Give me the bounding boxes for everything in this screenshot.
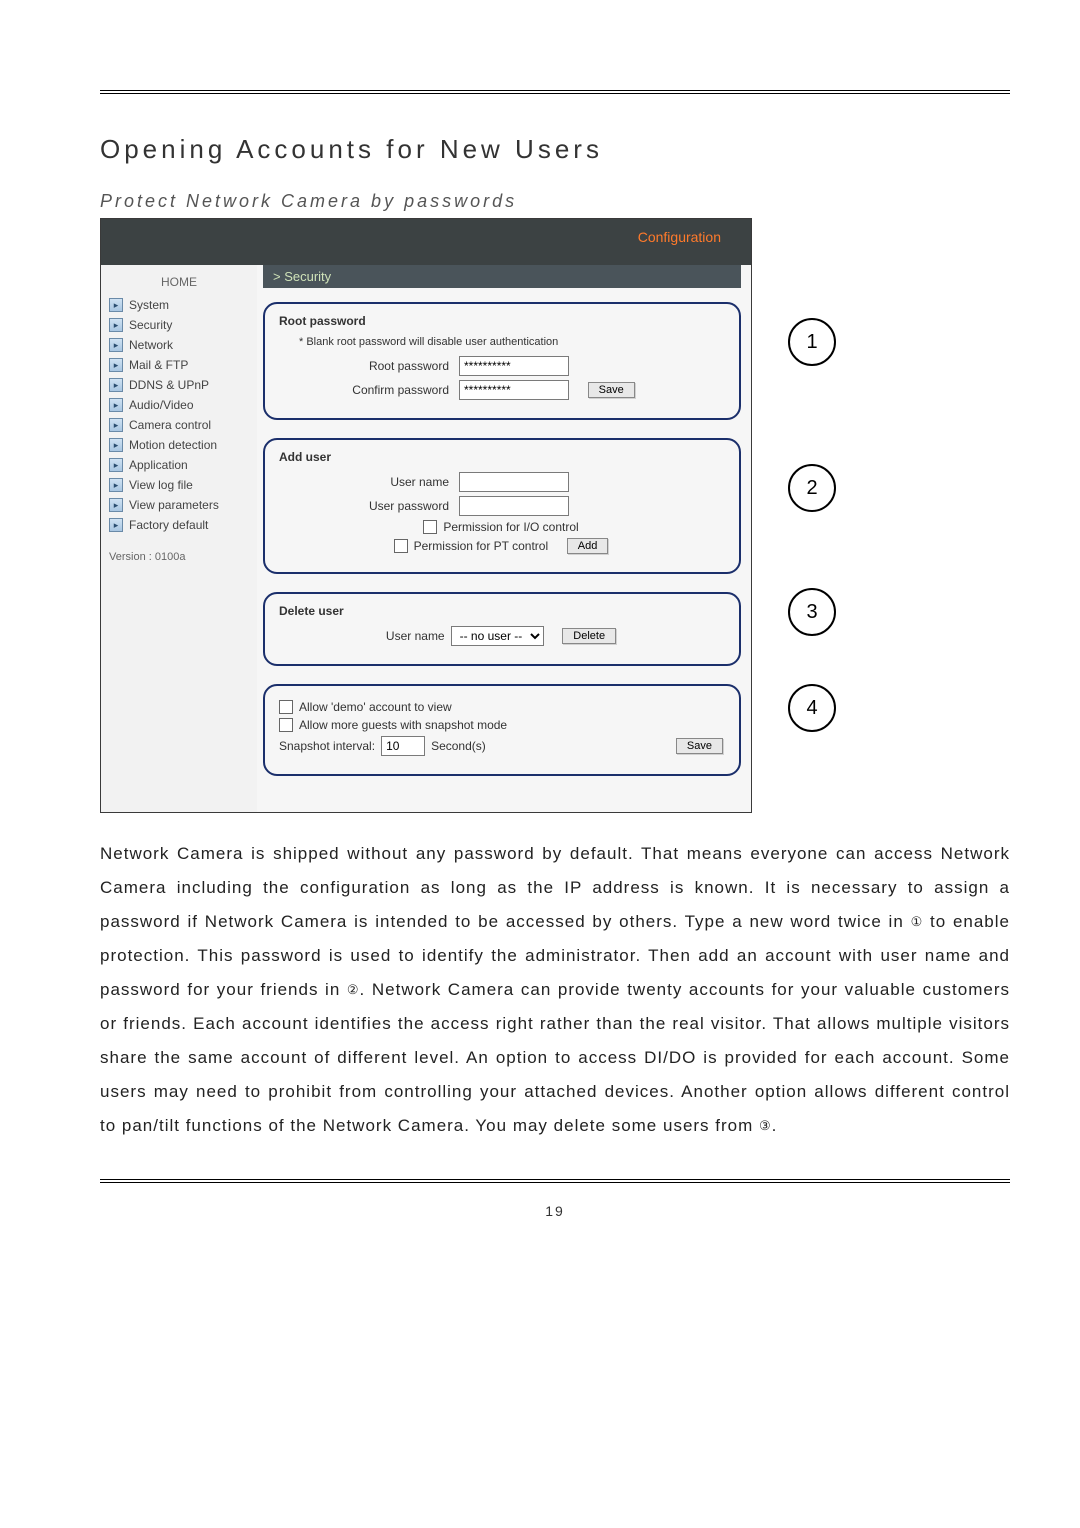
sidebar-item-motion-detection[interactable]: ▸ Motion detection — [101, 435, 257, 455]
inline-callout-2: ② — [347, 977, 360, 1003]
arrow-icon: ▸ — [109, 318, 123, 332]
sidebar-item-label: System — [129, 298, 169, 312]
sidebar-item-label: Network — [129, 338, 173, 352]
snapshot-unit-label: Second(s) — [431, 739, 486, 753]
arrow-icon: ▸ — [109, 418, 123, 432]
arrow-icon: ▸ — [109, 498, 123, 512]
arrow-icon: ▸ — [109, 378, 123, 392]
arrow-icon: ▸ — [109, 518, 123, 532]
sidebar-item-application[interactable]: ▸ Application — [101, 455, 257, 475]
panel-title: Delete user — [279, 604, 723, 618]
bottom-rule — [100, 1179, 1010, 1183]
sidebar-item-view-log-file[interactable]: ▸ View log file — [101, 475, 257, 495]
topbar-label: Configuration — [638, 229, 721, 245]
screenshot-topbar: Configuration — [101, 219, 751, 265]
add-user-password-label: User password — [279, 499, 453, 513]
page-number: 19 — [100, 1203, 1010, 1219]
callout-1: 1 — [788, 318, 836, 366]
add-user-name-input[interactable] — [459, 472, 569, 492]
inline-callout-3: ③ — [759, 1113, 772, 1139]
root-password-note: * Blank root password will disable user … — [279, 336, 723, 348]
confirm-password-label: Confirm password — [279, 383, 453, 397]
sidebar-item-label: DDNS & UPnP — [129, 378, 209, 392]
add-user-password-input[interactable] — [459, 496, 569, 516]
callout-4: 4 — [788, 684, 836, 732]
sidebar-item-mail-ftp[interactable]: ▸ Mail & FTP — [101, 355, 257, 375]
io-permission-checkbox[interactable] — [423, 520, 437, 534]
pt-permission-checkbox[interactable] — [394, 539, 408, 553]
body-paragraph: Network Camera is shipped without any pa… — [100, 837, 1010, 1143]
pt-permission-label: Permission for PT control — [414, 539, 549, 553]
sidebar: HOME ▸ System ▸ Security ▸ Network ▸ Mail & … — [101, 265, 257, 812]
page-subtitle: Protect Network Camera by passwords — [100, 191, 1010, 212]
sidebar-item-audio-video[interactable]: ▸ Audio/Video — [101, 395, 257, 415]
version-label: Version : 0100a — [101, 535, 257, 563]
add-user-button[interactable]: Add — [567, 538, 609, 554]
sidebar-home[interactable]: HOME — [101, 265, 257, 295]
sidebar-item-view-parameters[interactable]: ▸ View parameters — [101, 495, 257, 515]
panel-title: Root password — [279, 314, 723, 328]
demo-panel: Allow 'demo' account to view Allow more … — [263, 684, 741, 776]
panel-title: Add user — [279, 450, 723, 464]
sidebar-item-label: Application — [129, 458, 188, 472]
sidebar-item-network[interactable]: ▸ Network — [101, 335, 257, 355]
sidebar-item-system[interactable]: ▸ System — [101, 295, 257, 315]
add-user-name-label: User name — [279, 475, 453, 489]
allow-demo-label: Allow 'demo' account to view — [299, 700, 452, 714]
sidebar-item-label: Mail & FTP — [129, 358, 188, 372]
sidebar-item-label: Motion detection — [129, 438, 217, 452]
delete-user-button[interactable]: Delete — [562, 628, 616, 644]
delete-user-name-label: User name — [386, 629, 445, 643]
delete-user-select[interactable]: -- no user -- — [451, 626, 544, 646]
callout-2: 2 — [788, 464, 836, 512]
sidebar-item-factory-default[interactable]: ▸ Factory default — [101, 515, 257, 535]
body-text-seg: . Network Camera can provide twenty acco… — [100, 980, 1010, 1135]
inline-callout-1: ① — [911, 909, 924, 935]
config-screenshot: Configuration HOME ▸ System ▸ Security ▸ Ne… — [100, 218, 752, 813]
sidebar-item-label: Audio/Video — [129, 398, 194, 412]
add-user-panel: Add user User name User password Permiss… — [263, 438, 741, 574]
arrow-icon: ▸ — [109, 338, 123, 352]
arrow-icon: ▸ — [109, 298, 123, 312]
io-permission-label: Permission for I/O control — [443, 520, 578, 534]
content-area: > Security Root password * Blank root pa… — [257, 265, 751, 812]
page-title: Opening Accounts for New Users — [100, 134, 1010, 165]
allow-guests-checkbox[interactable] — [279, 718, 293, 732]
arrow-icon: ▸ — [109, 358, 123, 372]
arrow-icon: ▸ — [109, 478, 123, 492]
delete-user-panel: Delete user User name -- no user -- Dele… — [263, 592, 741, 666]
arrow-icon: ▸ — [109, 458, 123, 472]
confirm-password-input[interactable] — [459, 380, 569, 400]
body-text-seg: . — [772, 1116, 778, 1135]
root-password-input[interactable] — [459, 356, 569, 376]
sidebar-item-ddns-upnp[interactable]: ▸ DDNS & UPnP — [101, 375, 257, 395]
root-password-label: Root password — [279, 359, 453, 373]
sidebar-item-label: Security — [129, 318, 172, 332]
sidebar-item-label: Camera control — [129, 418, 211, 432]
arrow-icon: ▸ — [109, 398, 123, 412]
arrow-icon: ▸ — [109, 438, 123, 452]
breadcrumb: > Security — [263, 265, 741, 288]
save-demo-button[interactable]: Save — [676, 738, 723, 754]
snapshot-interval-label: Snapshot interval: — [279, 739, 375, 753]
snapshot-interval-input[interactable] — [381, 736, 425, 756]
allow-guests-label: Allow more guests with snapshot mode — [299, 718, 507, 732]
sidebar-item-label: View parameters — [129, 498, 219, 512]
root-password-panel: Root password * Blank root password will… — [263, 302, 741, 420]
sidebar-item-label: Factory default — [129, 518, 208, 532]
allow-demo-checkbox[interactable] — [279, 700, 293, 714]
sidebar-item-security[interactable]: ▸ Security — [101, 315, 257, 335]
body-text-seg: Network Camera is shipped without any pa… — [100, 844, 1010, 931]
sidebar-item-label: View log file — [129, 478, 193, 492]
top-rule — [100, 90, 1010, 94]
callout-3: 3 — [788, 588, 836, 636]
save-root-button[interactable]: Save — [588, 382, 635, 398]
sidebar-item-camera-control[interactable]: ▸ Camera control — [101, 415, 257, 435]
